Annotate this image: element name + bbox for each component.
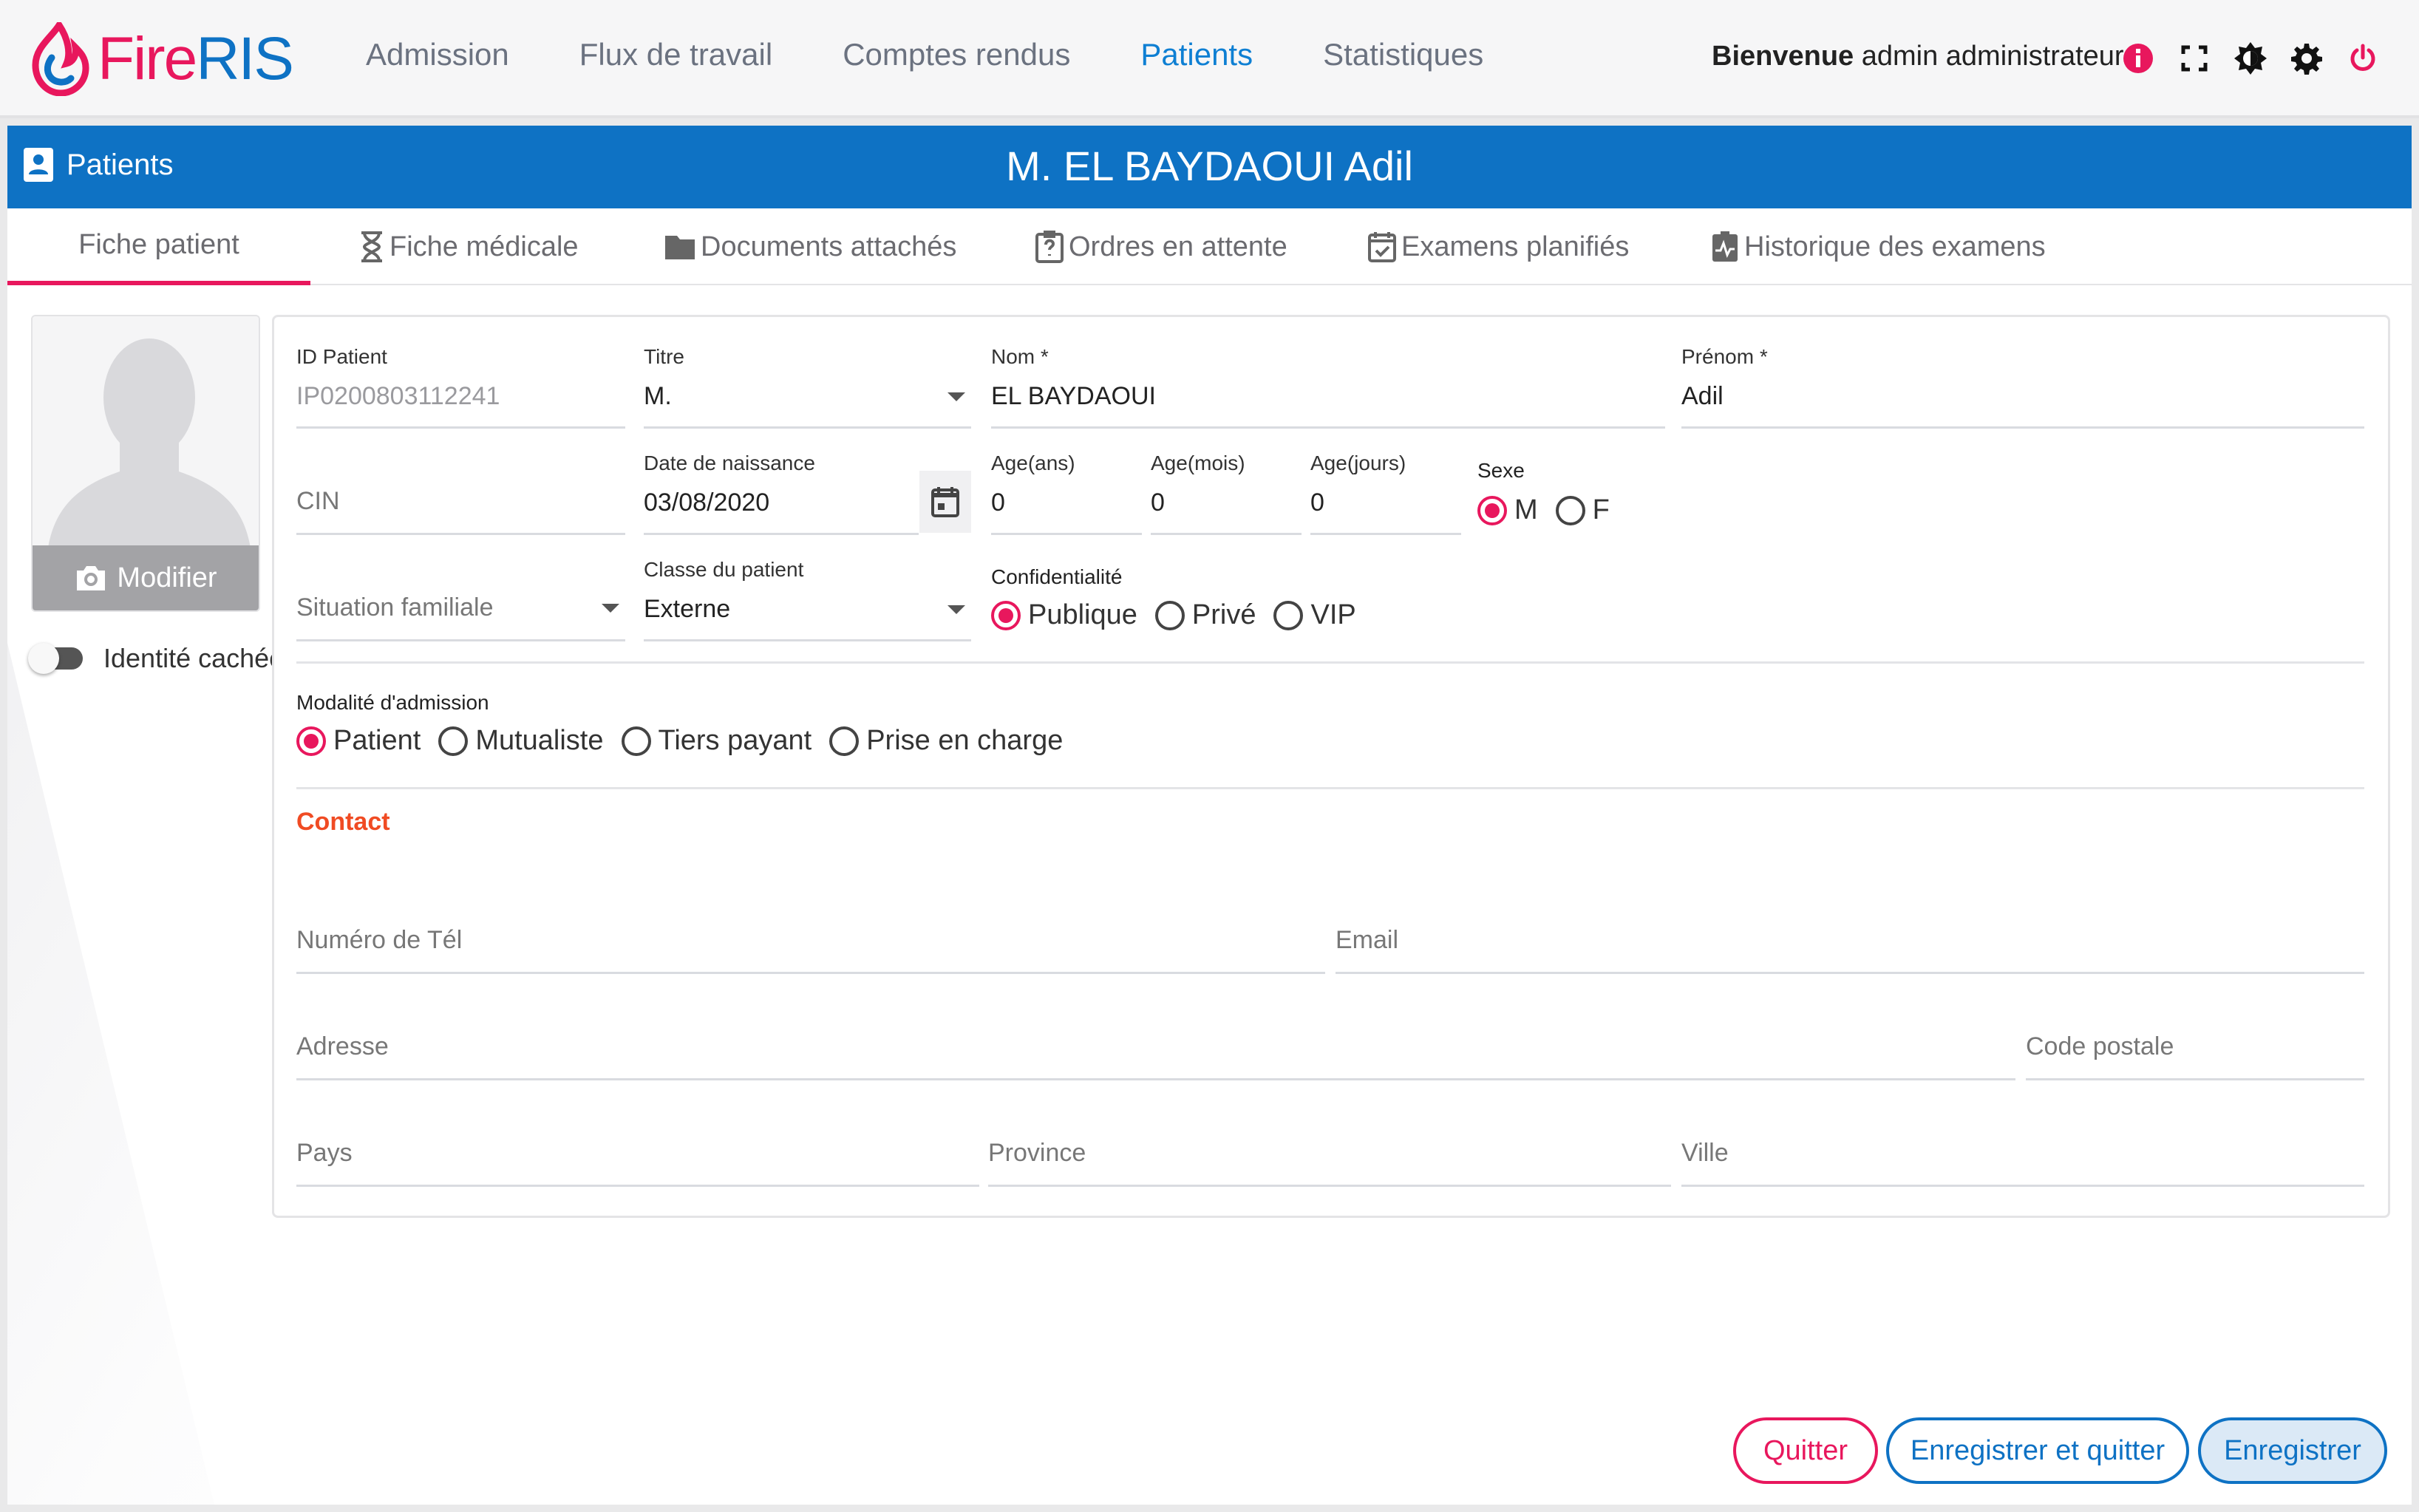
clipboard-question-icon	[1035, 231, 1064, 263]
contact-section-title: Contact	[296, 808, 390, 836]
nav-item-flux-de-travail[interactable]: Flux de travail	[579, 37, 772, 72]
modalite-label: Modalité d'admission	[296, 691, 489, 714]
power-icon[interactable]	[2346, 41, 2380, 75]
confidentialite-radio-publique[interactable]: Publique	[991, 599, 1137, 631]
patient-title: M. EL BAYDAOUI Adil	[1006, 143, 1413, 189]
confidentialite-label: Confidentialité	[991, 565, 1123, 588]
titre-select[interactable]: Titre M.	[644, 345, 971, 431]
top-icons	[2121, 41, 2380, 75]
cin-field[interactable]: CIN	[296, 452, 625, 537]
nav-item-patients[interactable]: Patients	[1140, 37, 1253, 72]
logo-text-ris: RIS	[196, 25, 294, 92]
folder-icon	[665, 236, 695, 259]
main-nav: Admission Flux de travail Comptes rendus…	[366, 37, 1554, 72]
info-icon[interactable]	[2121, 41, 2155, 75]
code-postal-field[interactable]: Code postale	[2026, 997, 2364, 1083]
modalite-radio-prise-en-charge[interactable]: Prise en charge	[829, 725, 1063, 757]
tab-examens-planifies[interactable]: Examens planifiés	[1367, 208, 1629, 285]
avatar-silhouette-icon	[33, 316, 259, 553]
patient-header-bar: Patients M. EL BAYDAOUI Adil	[7, 126, 2412, 208]
age-jours-field[interactable]: Age(jours) 0	[1310, 452, 1461, 537]
app-logo[interactable]: FireRIS	[30, 22, 294, 96]
clipboard-pulse-icon	[1712, 231, 1738, 262]
calendar-check-icon	[1368, 232, 1396, 262]
tab-documents-attaches[interactable]: Documents attachés	[664, 208, 956, 285]
divider	[296, 661, 2364, 664]
user-name: admin administrateur	[1854, 41, 2124, 72]
modalite-radio-patient[interactable]: Patient	[296, 725, 421, 757]
tab-ordres-en-attente[interactable]: Ordres en attente	[1035, 208, 1287, 285]
sexe-label: Sexe	[1477, 459, 1525, 482]
nav-item-admission[interactable]: Admission	[366, 37, 509, 72]
patient-form: ID Patient IP0200803112241 Titre M. Nom …	[272, 315, 2390, 1218]
modalite-radio-mutualiste[interactable]: Mutualiste	[438, 725, 604, 757]
logo-text-fire: Fire	[98, 25, 197, 92]
id-patient-value: IP0200803112241	[296, 382, 500, 410]
confidentialite-radio-group: Publique Privé VIP	[991, 599, 1374, 631]
age-ans-field[interactable]: Age(ans) 0	[991, 452, 1142, 537]
camera-icon	[77, 566, 106, 590]
patient-tabs: Fiche patient Fiche médicale Documents a…	[7, 208, 2412, 285]
chevron-down-icon	[947, 605, 965, 614]
email-field[interactable]: Email	[1336, 890, 2364, 976]
calendar-button[interactable]	[919, 471, 971, 533]
tab-fiche-patient[interactable]: Fiche patient	[7, 208, 310, 285]
flame-logo-icon	[32, 22, 89, 96]
tab-historique-examens[interactable]: Historique des examens	[1710, 208, 2046, 285]
nav-item-comptes-rendus[interactable]: Comptes rendus	[843, 37, 1070, 72]
hidden-identity-toggle[interactable]: Identité cachée	[28, 643, 284, 674]
save-and-quit-button[interactable]: Enregistrer et quitter	[1886, 1417, 2189, 1484]
sexe-radio-m[interactable]: M	[1477, 494, 1538, 526]
calendar-icon	[931, 487, 959, 517]
sexe-radio-f[interactable]: F	[1555, 494, 1610, 526]
theme-icon[interactable]	[2233, 41, 2267, 75]
save-button[interactable]: Enregistrer	[2198, 1417, 2387, 1484]
province-field[interactable]: Province	[988, 1103, 1671, 1189]
classe-patient-select[interactable]: Classe du patient Externe	[644, 558, 971, 644]
quit-button[interactable]: Quitter	[1733, 1417, 1878, 1484]
divider	[296, 787, 2364, 789]
ville-field[interactable]: Ville	[1681, 1103, 2364, 1189]
patient-photo: Modifier	[31, 315, 260, 612]
gear-icon[interactable]	[2290, 41, 2324, 75]
fullscreen-icon[interactable]	[2177, 41, 2211, 75]
modify-photo-button[interactable]: Modifier	[33, 545, 259, 610]
modalite-radio-group: Patient Mutualiste Tiers payant Prise en…	[296, 725, 1081, 757]
prenom-field[interactable]: Prénom * Adil	[1681, 345, 2364, 431]
id-patient-field[interactable]: ID Patient IP0200803112241	[296, 345, 625, 431]
hourglass-icon	[361, 231, 382, 262]
pays-field[interactable]: Pays	[296, 1103, 979, 1189]
adresse-field[interactable]: Adresse	[296, 997, 2015, 1083]
top-navigation-bar: FireRIS Admission Flux de travail Compte…	[0, 0, 2419, 118]
telephone-field[interactable]: Numéro de Tél	[296, 890, 1325, 976]
chevron-down-icon	[947, 392, 965, 401]
patient-panel: Patients M. EL BAYDAOUI Adil Fiche patie…	[7, 126, 2412, 1505]
chevron-down-icon	[602, 604, 619, 613]
nom-field[interactable]: Nom * EL BAYDAOUI	[991, 345, 1665, 431]
modalite-radio-tiers-payant[interactable]: Tiers payant	[621, 725, 812, 757]
confidentialite-radio-vip[interactable]: VIP	[1273, 599, 1356, 631]
confidentialite-radio-prive[interactable]: Privé	[1154, 599, 1256, 631]
toggle-switch[interactable]	[28, 643, 83, 674]
welcome-message: Bienvenue admin administrateur	[1712, 41, 2124, 72]
date-naissance-field[interactable]: Date de naissance 03/08/2020	[644, 452, 971, 537]
situation-familiale-select[interactable]: Situation familiale	[296, 558, 625, 644]
tab-fiche-medicale[interactable]: Fiche médicale	[358, 208, 579, 285]
nav-item-statistiques[interactable]: Statistiques	[1323, 37, 1483, 72]
sexe-radio-group: M F	[1477, 494, 1627, 526]
age-mois-field[interactable]: Age(mois) 0	[1151, 452, 1302, 537]
